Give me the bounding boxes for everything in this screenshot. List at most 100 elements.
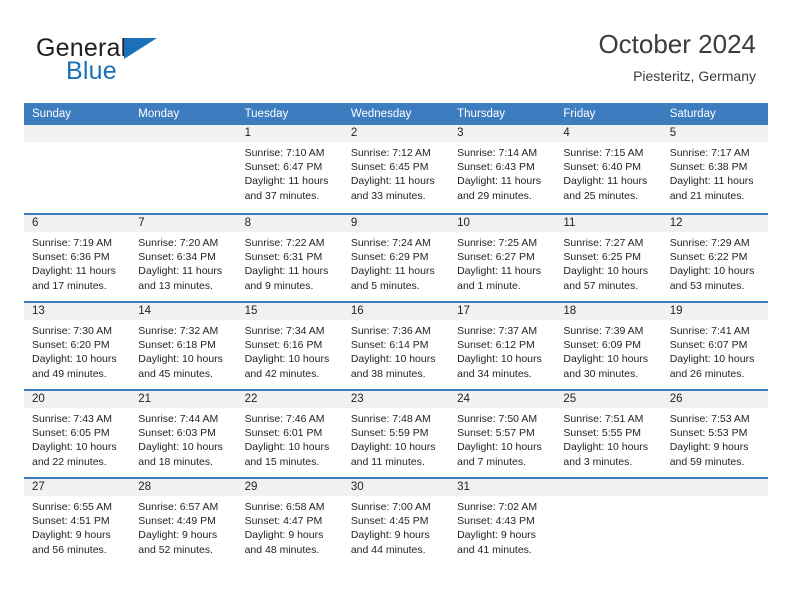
day-sun-info: Sunrise: 7:37 AM Sunset: 6:12 PM Daylight:… bbox=[449, 320, 555, 381]
sunrise-text: Sunrise: 7:14 AM bbox=[457, 147, 538, 159]
calendar-day-cell[interactable]: 5 Sunrise: 7:17 AM Sunset: 6:38 PM Daylight… bbox=[661, 125, 768, 213]
daylight-text: Daylight: 11 hours and 5 minutes. bbox=[350, 265, 435, 292]
calendar-day-cell[interactable]: 24 Sunrise: 7:50 AM Sunset: 5:57 PM Dayligh… bbox=[449, 391, 556, 477]
day-sun-info: Sunrise: 7:32 AM Sunset: 6:18 PM Daylight:… bbox=[130, 320, 236, 381]
calendar-day-cell[interactable]: 8 Sunrise: 7:22 AM Sunset: 6:31 PM Daylight… bbox=[236, 215, 343, 301]
day-number: 6 bbox=[24, 215, 131, 232]
sunrise-text: Sunrise: 7:22 AM bbox=[244, 237, 325, 249]
calendar-day-cell[interactable]: 12 Sunrise: 7:29 AM Sunset: 6:22 PM Dayligh… bbox=[661, 215, 768, 301]
daylight-text: Daylight: 10 hours and 22 minutes. bbox=[32, 441, 117, 468]
calendar-day-cell[interactable]: 17 Sunrise: 7:37 AM Sunset: 6:12 PM Dayligh… bbox=[449, 303, 556, 389]
sunrise-text: Sunrise: 6:55 AM bbox=[32, 501, 112, 513]
calendar-day-cell[interactable]: 13 Sunrise: 7:30 AM Sunset: 6:20 PM Dayligh… bbox=[24, 303, 131, 389]
day-sun-info: Sunrise: 7:02 AM Sunset: 4:43 PM Daylight:… bbox=[449, 496, 555, 557]
sunset-text: Sunset: 5:59 PM bbox=[350, 427, 429, 440]
calendar-day-cell[interactable]: 26 Sunrise: 7:53 AM Sunset: 5:53 PM Dayligh… bbox=[661, 391, 768, 477]
calendar-day-cell[interactable]: 9 Sunrise: 7:24 AM Sunset: 6:29 PM Daylight… bbox=[342, 215, 450, 301]
calendar-day-cell[interactable]: 7 Sunrise: 7:20 AM Sunset: 6:34 PM Daylight… bbox=[130, 215, 237, 301]
day-sun-info: Sunrise: 7:43 AM Sunset: 6:05 PM Daylight:… bbox=[24, 408, 130, 469]
calendar-day-cell[interactable]: 28 Sunrise: 6:57 AM Sunset: 4:49 PM Dayligh… bbox=[130, 479, 237, 565]
daylight-text: Daylight: 10 hours and 7 minutes. bbox=[457, 441, 542, 468]
sunset-text: Sunset: 6:01 PM bbox=[244, 427, 323, 440]
sunrise-text: Sunrise: 7:24 AM bbox=[350, 237, 431, 249]
calendar-day-cell[interactable]: 6 Sunrise: 7:19 AM Sunset: 6:36 PM Daylight… bbox=[24, 215, 131, 301]
sunset-text: Sunset: 6:16 PM bbox=[244, 339, 323, 352]
daylight-text: Daylight: 11 hours and 37 minutes. bbox=[244, 175, 329, 202]
general-blue-logo: General Blue bbox=[36, 36, 266, 92]
day-sun-info: Sunrise: 7:30 AM Sunset: 6:20 PM Daylight:… bbox=[24, 320, 130, 381]
calendar-day-cell[interactable]: 14 Sunrise: 7:32 AM Sunset: 6:18 PM Dayligh… bbox=[130, 303, 237, 389]
day-number: 1 bbox=[236, 125, 343, 142]
day-sun-info: Sunrise: 7:19 AM Sunset: 6:36 PM Daylight:… bbox=[24, 232, 130, 293]
calendar-day-cell[interactable]: 2 Sunrise: 7:12 AM Sunset: 6:45 PM Daylight… bbox=[342, 125, 450, 213]
daylight-text: Daylight: 10 hours and 34 minutes. bbox=[457, 353, 542, 380]
calendar-day-cell[interactable]: 1 Sunrise: 7:10 AM Sunset: 6:47 PM Daylight… bbox=[236, 125, 343, 213]
weekday-header-thursday: Thursday bbox=[457, 108, 506, 120]
day-number: 28 bbox=[130, 479, 237, 496]
sunrise-text: Sunrise: 7:53 AM bbox=[669, 413, 750, 425]
day-number: 11 bbox=[555, 215, 662, 232]
calendar-day-cell[interactable]: 11 Sunrise: 7:27 AM Sunset: 6:25 PM Dayligh… bbox=[555, 215, 662, 301]
day-sun-info: Sunrise: 7:25 AM Sunset: 6:27 PM Daylight:… bbox=[449, 232, 555, 293]
day-sun-info: Sunrise: 7:51 AM Sunset: 5:55 PM Daylight:… bbox=[555, 408, 661, 469]
daylight-text: Daylight: 10 hours and 15 minutes. bbox=[244, 441, 330, 468]
day-sun-info: Sunrise: 7:27 AM Sunset: 6:25 PM Daylight:… bbox=[555, 232, 661, 293]
title-block: October 2024 Piesteritz, Germany bbox=[598, 28, 756, 85]
calendar-day-cell[interactable]: 29 Sunrise: 6:58 AM Sunset: 4:47 PM Dayligh… bbox=[236, 479, 343, 565]
day-number bbox=[130, 125, 237, 142]
day-sun-info: Sunrise: 7:00 AM Sunset: 4:45 PM Daylight:… bbox=[343, 496, 449, 557]
calendar-day-cell-empty bbox=[555, 479, 662, 565]
daylight-text: Daylight: 11 hours and 13 minutes. bbox=[138, 265, 223, 292]
sunset-text: Sunset: 6:20 PM bbox=[32, 339, 110, 352]
day-sun-info: Sunrise: 7:10 AM Sunset: 6:47 PM Daylight:… bbox=[237, 142, 343, 203]
day-number: 31 bbox=[449, 479, 556, 496]
daylight-text: Daylight: 9 hours and 48 minutes. bbox=[244, 529, 324, 556]
daylight-text: Daylight: 9 hours and 59 minutes. bbox=[669, 441, 749, 468]
calendar-day-cell[interactable]: 30 Sunrise: 7:00 AM Sunset: 4:45 PM Dayligh… bbox=[342, 479, 450, 565]
sunset-text: Sunset: 6:09 PM bbox=[563, 339, 642, 352]
sunset-text: Sunset: 6:18 PM bbox=[138, 339, 216, 352]
sunset-text: Sunset: 6:47 PM bbox=[244, 161, 323, 174]
calendar-week-row: 1 Sunrise: 7:10 AM Sunset: 6:47 PM Daylight… bbox=[24, 125, 768, 213]
calendar-day-cell[interactable]: 18 Sunrise: 7:39 AM Sunset: 6:09 PM Dayligh… bbox=[555, 303, 662, 389]
sunset-text: Sunset: 6:25 PM bbox=[563, 251, 642, 264]
sunrise-text: Sunrise: 7:00 AM bbox=[350, 501, 431, 513]
calendar-day-cell[interactable]: 3 Sunrise: 7:14 AM Sunset: 6:43 PM Daylight… bbox=[449, 125, 556, 213]
calendar-day-cell[interactable]: 31 Sunrise: 7:02 AM Sunset: 4:43 PM Dayligh… bbox=[449, 479, 556, 565]
daylight-text: Daylight: 11 hours and 25 minutes. bbox=[563, 175, 648, 202]
calendar-day-cell[interactable]: 10 Sunrise: 7:25 AM Sunset: 6:27 PM Dayligh… bbox=[449, 215, 556, 301]
calendar-grid: Sunday Monday Tuesday Wednesday Thursday… bbox=[24, 103, 768, 565]
daylight-text: Daylight: 11 hours and 17 minutes. bbox=[32, 265, 116, 292]
calendar-day-cell[interactable]: 16 Sunrise: 7:36 AM Sunset: 6:14 PM Dayligh… bbox=[342, 303, 450, 389]
sunset-text: Sunset: 5:57 PM bbox=[457, 427, 535, 440]
weekday-header-friday: Friday bbox=[563, 108, 596, 120]
day-number: 23 bbox=[342, 391, 450, 408]
calendar-day-cell[interactable]: 27 Sunrise: 6:55 AM Sunset: 4:51 PM Dayligh… bbox=[24, 479, 131, 565]
calendar-day-cell[interactable]: 19 Sunrise: 7:41 AM Sunset: 6:07 PM Dayligh… bbox=[661, 303, 768, 389]
sunset-text: Sunset: 5:53 PM bbox=[669, 427, 748, 440]
daylight-text: Daylight: 10 hours and 57 minutes. bbox=[563, 265, 649, 292]
calendar-day-cell[interactable]: 23 Sunrise: 7:48 AM Sunset: 5:59 PM Dayligh… bbox=[342, 391, 450, 477]
sunset-text: Sunset: 6:43 PM bbox=[457, 161, 535, 174]
sunrise-text: Sunrise: 7:48 AM bbox=[350, 413, 431, 425]
day-number: 9 bbox=[342, 215, 450, 232]
sunset-text: Sunset: 5:55 PM bbox=[563, 427, 642, 440]
calendar-day-cell[interactable]: 25 Sunrise: 7:51 AM Sunset: 5:55 PM Dayligh… bbox=[555, 391, 662, 477]
sunset-text: Sunset: 4:43 PM bbox=[457, 515, 535, 528]
daylight-text: Daylight: 11 hours and 9 minutes. bbox=[244, 265, 329, 292]
sunset-text: Sunset: 6:45 PM bbox=[350, 161, 429, 174]
day-sun-info: Sunrise: 7:29 AM Sunset: 6:22 PM Daylight:… bbox=[662, 232, 768, 293]
day-sun-info: Sunrise: 7:15 AM Sunset: 6:40 PM Daylight:… bbox=[555, 142, 661, 203]
calendar-day-cell[interactable]: 15 Sunrise: 7:34 AM Sunset: 6:16 PM Dayligh… bbox=[236, 303, 343, 389]
day-number: 13 bbox=[24, 303, 131, 320]
sunrise-text: Sunrise: 7:43 AM bbox=[32, 413, 112, 425]
sunrise-text: Sunrise: 7:29 AM bbox=[669, 237, 750, 249]
calendar-day-cell[interactable]: 22 Sunrise: 7:46 AM Sunset: 6:01 PM Dayligh… bbox=[236, 391, 343, 477]
sunrise-text: Sunrise: 7:10 AM bbox=[244, 147, 325, 159]
day-number: 19 bbox=[661, 303, 768, 320]
day-number: 14 bbox=[130, 303, 237, 320]
calendar-day-cell[interactable]: 21 Sunrise: 7:44 AM Sunset: 6:03 PM Dayligh… bbox=[130, 391, 237, 477]
calendar-day-cell[interactable]: 4 Sunrise: 7:15 AM Sunset: 6:40 PM Daylight… bbox=[555, 125, 662, 213]
calendar-day-cell[interactable]: 20 Sunrise: 7:43 AM Sunset: 6:05 PM Dayligh… bbox=[24, 391, 131, 477]
day-number: 25 bbox=[555, 391, 662, 408]
